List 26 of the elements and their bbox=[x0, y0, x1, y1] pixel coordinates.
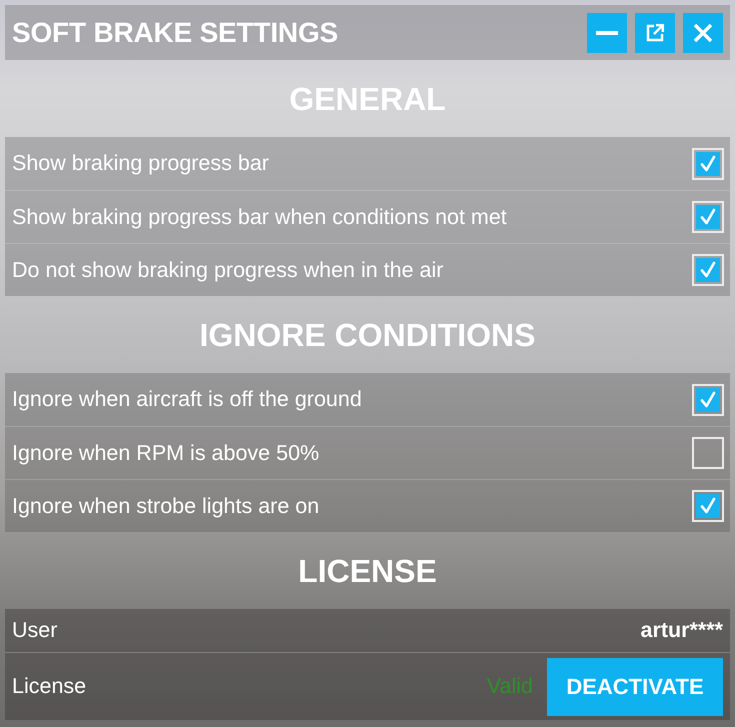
checkbox[interactable] bbox=[692, 490, 724, 522]
checkbox[interactable] bbox=[692, 437, 724, 469]
popout-icon bbox=[646, 24, 664, 42]
deactivate-button[interactable]: DEACTIVATE bbox=[547, 658, 723, 716]
option-label: Do not show braking progress when in the air bbox=[12, 256, 444, 284]
field-label: User bbox=[12, 617, 58, 644]
section-heading: IGNORE CONDITIONS bbox=[199, 316, 536, 354]
section-heading: LICENSE bbox=[298, 552, 437, 590]
option-label: Show braking progress bar bbox=[12, 150, 269, 178]
close-icon bbox=[693, 22, 713, 42]
field-label: License bbox=[12, 673, 86, 700]
checkbox[interactable] bbox=[692, 148, 724, 180]
checkbox[interactable] bbox=[692, 384, 724, 416]
minimize-icon bbox=[596, 30, 618, 34]
window-title: SOFT BRAKE SETTINGS bbox=[12, 16, 339, 50]
close-button[interactable] bbox=[683, 12, 723, 52]
minimize-button[interactable] bbox=[587, 12, 627, 52]
license-status: Valid bbox=[486, 673, 533, 700]
option-label: Ignore when aircraft is off the ground bbox=[12, 386, 362, 414]
user-name: artur**** bbox=[640, 617, 723, 644]
option-label: Show braking progress bar when conditions not met bbox=[12, 204, 507, 231]
checkbox[interactable] bbox=[692, 254, 724, 286]
popout-button[interactable] bbox=[635, 12, 675, 52]
checkbox[interactable] bbox=[692, 201, 724, 233]
option-label: Ignore when strobe lights are on bbox=[12, 492, 320, 520]
option-label: Ignore when RPM is above 50% bbox=[12, 440, 320, 467]
